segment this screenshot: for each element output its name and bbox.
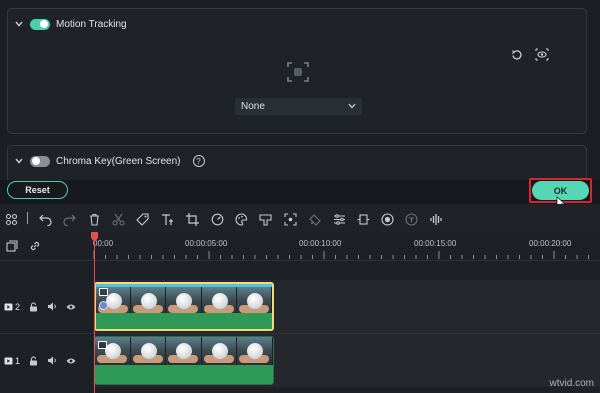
adjust-icon[interactable] <box>332 212 346 226</box>
tracking-target-icon[interactable] <box>287 62 309 87</box>
stamp-icon[interactable] <box>258 212 272 226</box>
eye-icon[interactable] <box>66 357 76 365</box>
motion-tracking-toggle[interactable] <box>30 18 50 30</box>
tag-icon[interactable] <box>135 212 149 226</box>
link-icon[interactable] <box>29 239 41 257</box>
volume-icon[interactable] <box>47 356 57 365</box>
track-number: 1 <box>15 355 21 366</box>
crop-icon[interactable] <box>185 212 199 226</box>
action-bar: Reset <box>0 180 600 204</box>
tts-icon[interactable] <box>404 212 418 226</box>
clip-thumbnails <box>96 287 272 315</box>
track-2-header: 2 <box>0 280 93 333</box>
focus-icon[interactable] <box>283 212 297 226</box>
row-divider <box>0 260 600 261</box>
timeline: 00:00 00:00:05:00 00:00:10:00 00:00:15:0… <box>0 232 600 393</box>
ruler-label: 00:00 <box>93 239 114 248</box>
volume-icon[interactable] <box>47 302 57 311</box>
track-2-label: 2 <box>4 302 20 312</box>
timeline-header-controls <box>0 232 93 260</box>
eye-icon[interactable] <box>66 303 76 311</box>
motion-tracking-badge-icon <box>99 301 108 310</box>
clip-thumbnail <box>166 337 202 365</box>
clip-thumbnails <box>95 337 273 365</box>
chevron-down-icon <box>348 101 356 112</box>
text-icon[interactable] <box>160 212 174 226</box>
clip-thumbnail <box>201 287 237 315</box>
track-1: 1 <box>0 334 600 387</box>
video-clip-selected[interactable] <box>94 282 274 331</box>
track-1-label: 1 <box>4 356 20 366</box>
track-1-header: 1 <box>0 334 93 387</box>
ai-icon[interactable] <box>380 212 394 226</box>
motion-tracking-section: Motion Tracking None <box>7 8 587 134</box>
reset-icon[interactable] <box>511 48 523 66</box>
motion-tracking-title: Motion Tracking <box>56 18 127 30</box>
toolbar-divider <box>27 212 28 224</box>
tracking-target-select[interactable]: None <box>235 98 362 115</box>
track-2: 2 <box>0 280 600 333</box>
clip-thumbnail <box>236 287 272 315</box>
freeze-frame-icon[interactable] <box>356 212 370 226</box>
color-icon[interactable] <box>234 212 248 226</box>
delete-icon[interactable] <box>87 212 101 226</box>
motion-icon[interactable] <box>307 212 321 226</box>
grid-icon[interactable] <box>4 212 18 226</box>
preview-eye-icon[interactable] <box>535 48 549 66</box>
properties-panel: Motion Tracking None Chroma Key(Green Sc… <box>0 0 600 181</box>
clip-thumbnail <box>201 337 238 365</box>
video-track-icon <box>4 357 13 364</box>
chevron-down-icon[interactable] <box>14 156 24 166</box>
clip-thumbnail <box>166 287 202 315</box>
ruler-label: 00:00:20:00 <box>529 239 572 248</box>
redo-icon[interactable] <box>62 212 76 226</box>
watermark: wtvid.com <box>549 378 594 389</box>
ruler-ticks <box>93 251 589 259</box>
chevron-down-icon[interactable] <box>14 19 24 29</box>
add-track-icon[interactable] <box>6 239 18 257</box>
chroma-key-section: Chroma Key(Green Screen) ? <box>7 145 587 181</box>
help-icon[interactable]: ? <box>192 155 205 167</box>
reset-button[interactable]: Reset <box>7 181 68 199</box>
motion-tracking-header[interactable]: Motion Tracking <box>8 9 127 39</box>
lock-icon[interactable] <box>29 301 38 312</box>
speedometer-icon[interactable] <box>210 212 224 226</box>
undo-icon[interactable] <box>38 212 52 226</box>
chroma-key-title: Chroma Key(Green Screen) <box>56 155 181 167</box>
lock-icon[interactable] <box>29 355 38 366</box>
chroma-key-toggle[interactable] <box>30 155 50 167</box>
chroma-key-header[interactable]: Chroma Key(Green Screen) ? <box>8 146 205 176</box>
time-ruler[interactable]: 00:00 00:00:05:00 00:00:10:00 00:00:15:0… <box>93 232 600 260</box>
video-clip-icon <box>98 341 107 349</box>
ruler-label: 00:00:05:00 <box>185 239 228 248</box>
audio-wave-icon[interactable] <box>429 212 443 226</box>
video-clip[interactable] <box>94 336 274 385</box>
clip-thumbnail <box>130 337 167 365</box>
ruler-label: 00:00:15:00 <box>414 239 457 248</box>
playhead[interactable] <box>94 232 95 393</box>
ruler-label: 00:00:10:00 <box>299 239 342 248</box>
clip-thumbnail <box>131 287 167 315</box>
track-number: 2 <box>15 301 21 312</box>
select-value: None <box>241 101 265 112</box>
clip-thumbnail <box>237 337 273 365</box>
cut-icon[interactable] <box>111 212 125 226</box>
video-track-icon <box>4 303 13 310</box>
clip-audio-strip <box>96 313 272 329</box>
video-clip-icon <box>99 288 108 296</box>
clip-audio-strip <box>95 365 273 384</box>
